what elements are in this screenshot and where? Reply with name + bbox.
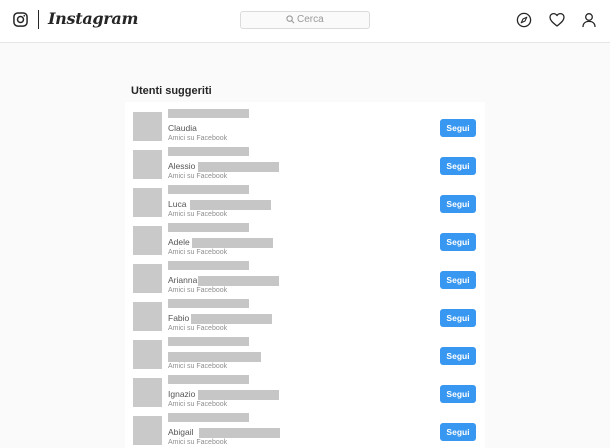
instagram-wordmark[interactable]: Instagram	[48, 9, 138, 28]
user-subtitle: Amici su Facebook	[168, 173, 228, 180]
follow-button[interactable]: Segui	[440, 347, 476, 365]
search-input[interactable]: Cerca	[240, 11, 370, 29]
profile-icon[interactable]	[581, 12, 597, 28]
user-name[interactable]: Arianna	[168, 275, 197, 285]
user-name[interactable]: Abigail	[168, 427, 194, 437]
redacted-surname	[168, 352, 261, 362]
redacted-username	[168, 261, 249, 270]
redacted-username	[168, 109, 249, 118]
avatar[interactable]	[133, 226, 162, 255]
user-subtitle: Amici su Facebook	[168, 249, 228, 256]
redacted-username	[168, 413, 249, 422]
user-name[interactable]: Luca	[168, 199, 186, 209]
list-item: Ignazio Amici su Facebook Segui	[125, 372, 485, 410]
avatar[interactable]	[133, 416, 162, 445]
follow-button[interactable]: Segui	[440, 195, 476, 213]
redacted-surname	[190, 200, 271, 210]
avatar[interactable]	[133, 264, 162, 293]
redacted-username	[168, 375, 249, 384]
redacted-username	[168, 299, 249, 308]
user-subtitle: Amici su Facebook	[168, 363, 228, 370]
follow-button[interactable]: Segui	[440, 423, 476, 441]
redacted-username	[168, 223, 249, 232]
top-navigation-bar: Instagram Cerca	[0, 0, 610, 43]
list-item: Alessio Amici su Facebook Segui	[125, 144, 485, 182]
user-name[interactable]: Adele	[168, 237, 190, 247]
logo-divider	[38, 10, 39, 29]
redacted-surname	[198, 276, 279, 286]
redacted-surname	[191, 314, 272, 324]
user-subtitle: Amici su Facebook	[168, 325, 228, 332]
activity-heart-icon[interactable]	[549, 12, 565, 28]
avatar[interactable]	[133, 302, 162, 331]
list-item: Fabio Amici su Facebook Segui	[125, 296, 485, 334]
redacted-username	[168, 185, 249, 194]
follow-button[interactable]: Segui	[440, 385, 476, 403]
avatar[interactable]	[133, 150, 162, 179]
list-item: Amici su Facebook Segui	[125, 334, 485, 372]
user-subtitle: Amici su Facebook	[168, 135, 228, 142]
redacted-username	[168, 147, 249, 156]
follow-button[interactable]: Segui	[440, 233, 476, 251]
user-subtitle: Amici su Facebook	[168, 287, 228, 294]
redacted-surname	[198, 390, 279, 400]
follow-button[interactable]: Segui	[440, 157, 476, 175]
suggested-users-title: Utenti suggeriti	[131, 85, 212, 97]
list-item: Abigail Amici su Facebook Segui	[125, 410, 485, 448]
user-name[interactable]: Ignazio	[168, 389, 195, 399]
avatar[interactable]	[133, 340, 162, 369]
user-name[interactable]: Alessio	[168, 161, 195, 171]
redacted-surname	[199, 428, 280, 438]
list-item: Claudia Amici su Facebook Segui	[125, 106, 485, 144]
list-item: Luca Amici su Facebook Segui	[125, 182, 485, 220]
user-name[interactable]: Claudia	[168, 123, 197, 133]
list-item: Arianna Amici su Facebook Segui	[125, 258, 485, 296]
list-item: Adele Amici su Facebook Segui	[125, 220, 485, 258]
avatar[interactable]	[133, 378, 162, 407]
user-name[interactable]: Fabio	[168, 313, 189, 323]
redacted-surname	[198, 162, 279, 172]
redacted-surname	[192, 238, 273, 248]
avatar[interactable]	[133, 112, 162, 141]
explore-compass-icon[interactable]	[516, 12, 532, 28]
redacted-username	[168, 337, 249, 346]
search-icon	[286, 15, 295, 24]
search-placeholder: Cerca	[297, 14, 324, 25]
avatar[interactable]	[133, 188, 162, 217]
follow-button[interactable]: Segui	[440, 119, 476, 137]
user-subtitle: Amici su Facebook	[168, 401, 228, 408]
instagram-glyph-icon[interactable]	[13, 12, 28, 27]
follow-button[interactable]: Segui	[440, 309, 476, 327]
user-subtitle: Amici su Facebook	[168, 211, 228, 218]
follow-button[interactable]: Segui	[440, 271, 476, 289]
suggested-users-list: Claudia Amici su Facebook Segui Alessio …	[125, 102, 485, 448]
user-subtitle: Amici su Facebook	[168, 439, 228, 446]
